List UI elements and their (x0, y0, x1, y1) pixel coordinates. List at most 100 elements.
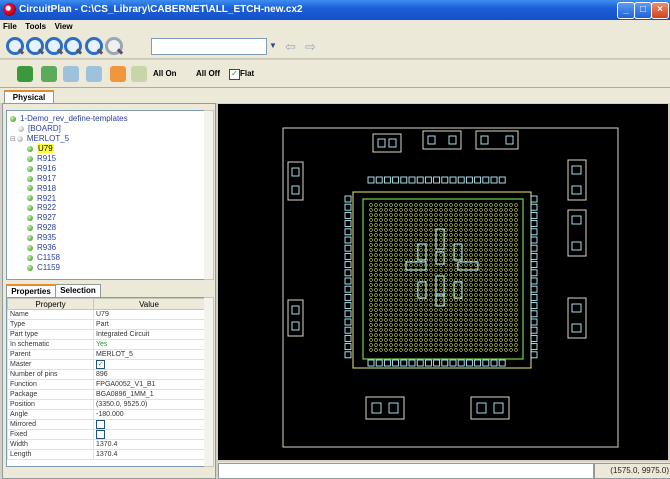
property-row[interactable]: Type Part (7, 319, 205, 330)
property-row[interactable]: Position (3350.0, 9525.0) (7, 399, 205, 410)
tree-item-label: R927 (37, 213, 57, 223)
zoom-selection-icon[interactable] (85, 37, 103, 55)
all-off-button[interactable]: All Off (196, 69, 220, 78)
property-name: Fixed (7, 429, 94, 440)
bga-ball (509, 238, 513, 242)
pcb-layout-canvas[interactable] (218, 104, 668, 460)
property-row[interactable]: Fixed (7, 429, 205, 440)
tree-item[interactable]: R927 (27, 213, 56, 223)
tree-item[interactable]: R916 (27, 164, 56, 174)
tree-item[interactable]: C1158 (27, 253, 60, 263)
cap-pad (344, 302, 352, 310)
close-button[interactable]: × (651, 2, 669, 19)
tree-item[interactable]: ⊟ MERLOT_5 (10, 134, 69, 144)
all-on-button[interactable]: All On (153, 69, 177, 78)
cap-pad (530, 293, 538, 301)
bga-ball (409, 298, 413, 302)
bga-ball (419, 288, 423, 292)
layer-bottom-icon[interactable] (41, 66, 57, 82)
tree-item[interactable]: R915 (27, 154, 56, 164)
property-row[interactable]: In schematic Yes (7, 339, 205, 350)
property-row[interactable]: Master (7, 359, 205, 370)
zoom-fit-icon[interactable] (45, 37, 63, 55)
bga-ball (499, 303, 503, 307)
tree-item[interactable]: R921 (27, 194, 56, 204)
property-value[interactable] (93, 429, 205, 440)
properties-scrollbar[interactable] (204, 297, 214, 467)
bga-ball (389, 263, 393, 267)
layer-top-icon[interactable] (17, 66, 33, 82)
bga-ball (419, 273, 423, 277)
property-row[interactable]: Name U79 (7, 309, 205, 320)
zoom-out-icon[interactable] (26, 37, 44, 55)
menu-view[interactable]: View (52, 20, 76, 33)
bga-ball (419, 333, 423, 337)
menu-file[interactable]: File (0, 20, 20, 33)
property-value[interactable] (93, 419, 205, 430)
tree-item[interactable]: R922 (27, 203, 56, 213)
bga-ball (459, 273, 463, 277)
zoom-in-icon[interactable] (6, 37, 24, 55)
minimize-button[interactable]: _ (617, 2, 635, 19)
tree-item[interactable]: C1159 (27, 263, 60, 273)
maximize-button[interactable]: □ (634, 2, 652, 19)
bga-ball (414, 253, 418, 257)
tab-selection[interactable]: Selection (55, 284, 101, 298)
property-checkbox[interactable] (96, 420, 105, 429)
bga-ball (514, 298, 518, 302)
layer-inner-icon[interactable] (63, 66, 79, 82)
tree-item[interactable]: U79 (27, 144, 54, 154)
bga-ball (389, 303, 393, 307)
tree-item[interactable]: R928 (27, 223, 56, 233)
property-row[interactable]: Mirrored (7, 419, 205, 430)
tree-scrollbar[interactable] (204, 110, 214, 280)
bga-ball (464, 213, 468, 217)
property-row[interactable]: Parent MERLOT_5 (7, 349, 205, 360)
design-tree[interactable]: 1-Demo_rev_define-templates [BOARD] ⊟ MERLO… (6, 110, 206, 280)
bga-ball (394, 208, 398, 212)
column-header-property[interactable]: Property (7, 298, 94, 310)
bga-ball (484, 243, 488, 247)
zoom-previous-icon[interactable] (105, 37, 123, 55)
property-row[interactable]: Part type Integrated Circuit (7, 329, 205, 340)
cap-pad (344, 211, 352, 219)
tree-expander-icon[interactable]: ⊟ (10, 136, 16, 143)
bga-ball (474, 298, 478, 302)
property-row[interactable]: Function FPGA0052_V1_B1 (7, 379, 205, 390)
tree-item[interactable]: [BOARD] (18, 124, 61, 134)
property-row[interactable]: Width 1370.4 (7, 439, 205, 450)
column-header-value[interactable]: Value (93, 298, 205, 310)
bga-ball (469, 238, 473, 242)
tree-item[interactable]: R935 (27, 233, 56, 243)
layer-etch-icon[interactable] (131, 66, 147, 82)
property-row[interactable]: Angle -180.000 (7, 409, 205, 420)
bga-ball (514, 203, 518, 207)
property-checkbox[interactable] (96, 360, 105, 369)
bga-ball (384, 223, 388, 227)
nav-forward-icon[interactable]: ⇨ (305, 39, 322, 56)
flat-checkbox[interactable]: ✓ (229, 69, 240, 80)
tree-item[interactable]: R918 (27, 184, 56, 194)
property-value[interactable] (93, 359, 205, 370)
bga-ball (484, 278, 488, 282)
bga-ball (449, 238, 453, 242)
search-combo-input[interactable] (151, 38, 267, 55)
nav-back-icon[interactable]: ⇦ (285, 39, 302, 56)
layer-all-icon[interactable] (86, 66, 102, 82)
layer-silk-icon[interactable] (110, 66, 126, 82)
chevron-down-icon[interactable]: ▼ (269, 41, 277, 50)
zoom-area-icon[interactable] (64, 37, 82, 55)
property-row[interactable]: Length 1370.4 (7, 449, 205, 460)
tree-item[interactable]: 1-Demo_rev_define-templates (10, 114, 128, 124)
tree-item[interactable]: R917 (27, 174, 56, 184)
menu-tools[interactable]: Tools (22, 20, 49, 33)
tree-item[interactable]: R936 (27, 243, 56, 253)
bga-ball (484, 298, 488, 302)
bga-ball (449, 253, 453, 257)
bga-ball (444, 293, 448, 297)
property-row[interactable]: Package BGA0896_1MM_1 (7, 389, 205, 400)
bga-ball (459, 233, 463, 237)
property-row[interactable]: Number of pins 896 (7, 369, 205, 380)
bga-ball (464, 203, 468, 207)
property-checkbox[interactable] (96, 430, 105, 439)
